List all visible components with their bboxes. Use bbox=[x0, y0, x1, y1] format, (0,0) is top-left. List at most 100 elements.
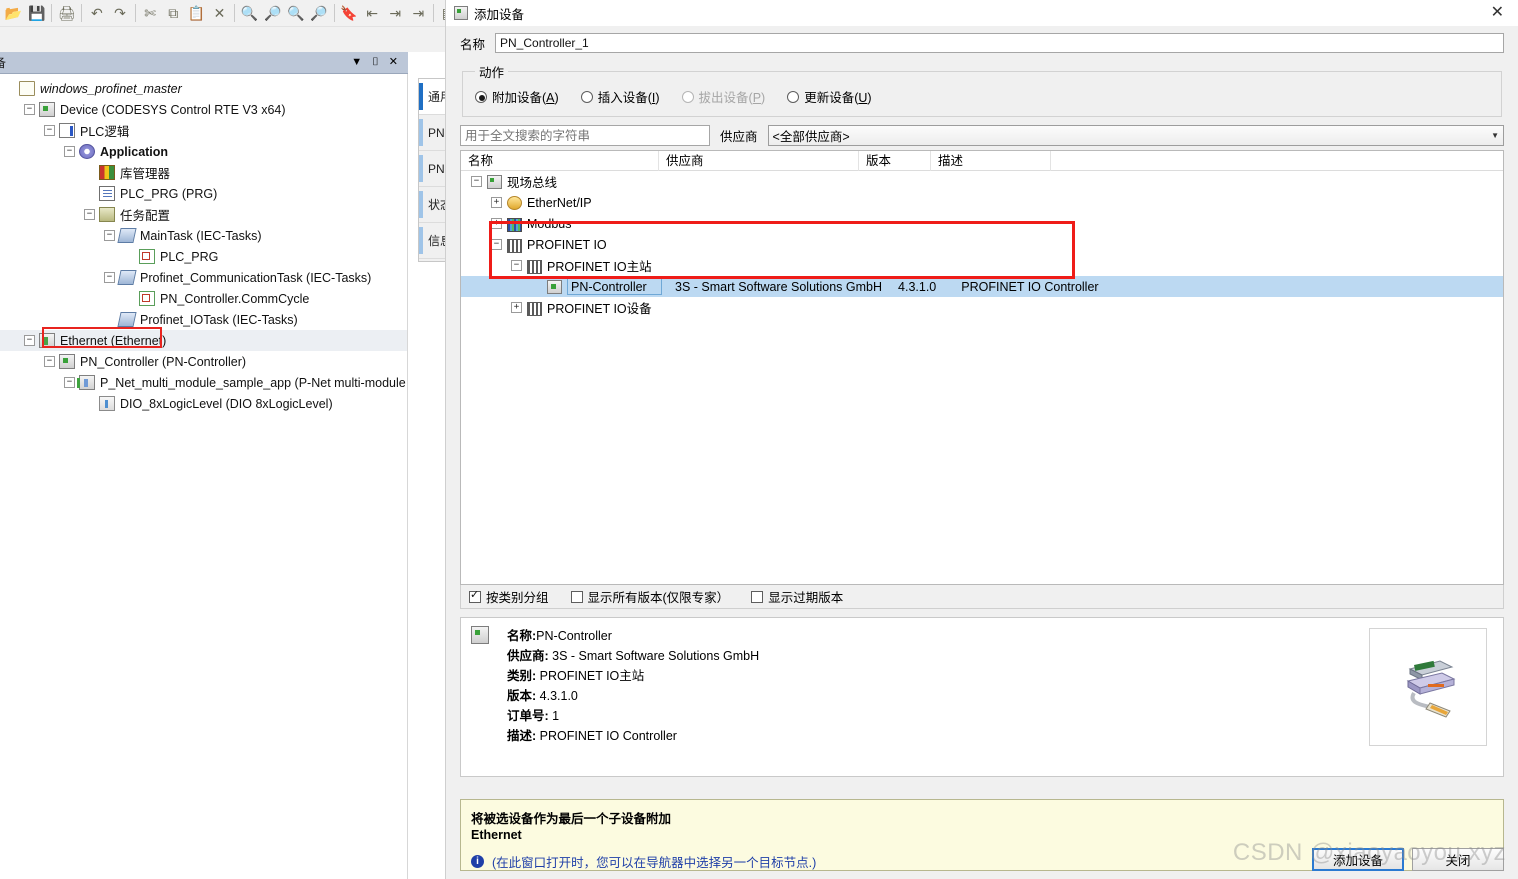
find-icon[interactable]: 🔍 bbox=[238, 1, 261, 25]
tree-item[interactable]: − Device (CODESYS Control RTE V3 x64) bbox=[0, 99, 407, 120]
tree-item[interactable]: − Profinet_CommunicationTask (IEC-Tasks) bbox=[0, 267, 407, 288]
bookmark-icon[interactable]: 🔖 bbox=[337, 1, 360, 25]
action-radio[interactable]: 更新设备(U) bbox=[787, 87, 872, 106]
list-option-checkbox[interactable]: 显示过期版本 bbox=[751, 587, 843, 606]
device-list-row[interactable]: − PROFINET IO bbox=[461, 234, 1503, 255]
tree-item[interactable]: − 任务配置 bbox=[0, 204, 407, 225]
panel-title: 备 bbox=[0, 56, 7, 70]
expander-icon[interactable]: − bbox=[24, 104, 35, 115]
device-list-row[interactable]: + EtherNet/IP bbox=[461, 192, 1503, 213]
tree-item[interactable]: 库管理器 bbox=[0, 162, 407, 183]
add-device-button[interactable]: 添加设备 bbox=[1312, 848, 1404, 871]
undo-icon[interactable]: ↶ bbox=[85, 1, 108, 25]
tree-item-label: 任务配置 bbox=[120, 209, 171, 223]
device-name-cell: PROFINET IO设备 bbox=[547, 302, 652, 316]
expander-icon[interactable]: − bbox=[84, 209, 95, 220]
info-line: 名称:PN-Controller bbox=[507, 626, 759, 646]
device-name-input[interactable] bbox=[495, 33, 1504, 53]
list-option-label: 按类别分组 bbox=[486, 591, 549, 605]
tree-item[interactable]: − PLC逻辑 bbox=[0, 120, 407, 141]
list-option-checkbox[interactable]: 显示所有版本(仅限专家） bbox=[570, 587, 730, 606]
action-radio[interactable]: 插入设备(I) bbox=[580, 87, 660, 106]
tree-item[interactable]: Profinet_IOTask (IEC-Tasks) bbox=[0, 309, 407, 330]
device-list-row[interactable]: + PROFINET IO设备 bbox=[461, 297, 1503, 318]
action-radio[interactable]: 附加设备(A) bbox=[475, 87, 559, 106]
expander-icon[interactable]: − bbox=[64, 146, 75, 157]
expander-icon[interactable]: − bbox=[64, 377, 75, 388]
expander-icon[interactable]: − bbox=[44, 125, 55, 136]
device-list-row[interactable]: + Modbus bbox=[461, 213, 1503, 234]
ide-secondary-toolbar bbox=[0, 27, 460, 52]
column-header-vendor[interactable]: 供应商 bbox=[659, 151, 859, 171]
bookmark-clear-icon[interactable]: ⇥ bbox=[407, 1, 430, 25]
tree-item[interactable]: PLC_PRG bbox=[0, 246, 407, 267]
tree-item[interactable]: windows_profinet_master bbox=[0, 78, 407, 99]
expander-icon[interactable]: − bbox=[24, 335, 35, 346]
tree-item[interactable]: − P_Net_multi_module_sample_app (P-Net mu… bbox=[0, 372, 407, 393]
expander-icon[interactable]: + bbox=[491, 218, 502, 229]
task-icon bbox=[117, 312, 137, 327]
expander-icon[interactable]: − bbox=[104, 272, 115, 283]
column-header-description[interactable]: 描述 bbox=[931, 151, 1051, 171]
device-icon bbox=[454, 6, 468, 20]
expander-icon[interactable]: + bbox=[491, 197, 502, 208]
replace-in-files-icon[interactable]: 🔎 bbox=[307, 1, 330, 25]
device-list-row[interactable]: PN-Controller 3S - Smart Software Solutio… bbox=[461, 276, 1503, 297]
search-input[interactable] bbox=[460, 125, 710, 146]
profinet-icon bbox=[507, 239, 522, 253]
column-header-version[interactable]: 版本 bbox=[859, 151, 931, 171]
panel-menu-icon[interactable]: ▼ bbox=[351, 57, 362, 68]
panel-pin-icon[interactable]: ⌷ bbox=[372, 57, 379, 68]
tree-item[interactable]: PN_Controller.CommCycle bbox=[0, 288, 407, 309]
toolbar-separator bbox=[51, 4, 53, 22]
vendor-select[interactable]: <全部供应商> ▼ bbox=[767, 125, 1504, 146]
paste-icon[interactable]: 📋 bbox=[185, 1, 208, 25]
tree-item[interactable]: − PN_Controller (PN-Controller) bbox=[0, 351, 407, 372]
info-key: 类别: bbox=[507, 669, 537, 683]
checkbox-indicator bbox=[570, 590, 583, 603]
tree-item-label: MainTask (IEC-Tasks) bbox=[140, 228, 262, 243]
device-list-header: 名称 供应商 版本 描述 bbox=[461, 151, 1503, 171]
print-icon[interactable]: 🖨 bbox=[55, 1, 78, 25]
copy-icon[interactable]: ⧉ bbox=[162, 1, 185, 25]
action-group-label: 动作 bbox=[479, 66, 505, 80]
tree-item[interactable]: − Ethernet (Ethernet) bbox=[0, 330, 407, 351]
open-folder-icon[interactable]: 📂 bbox=[2, 1, 25, 25]
find-in-files-icon[interactable]: 🔍 bbox=[284, 1, 307, 25]
redo-icon[interactable]: ↷ bbox=[108, 1, 131, 25]
info-value: 3S - Smart Software Solutions GmbH bbox=[548, 649, 760, 663]
device-list-row[interactable]: − 现场总线 bbox=[461, 171, 1503, 192]
panel-close-icon[interactable]: ✕ bbox=[389, 57, 398, 68]
radio-indicator bbox=[787, 90, 800, 103]
expander-icon[interactable]: − bbox=[511, 260, 522, 271]
device-name-cell: 现场总线 bbox=[507, 176, 558, 190]
expander-icon[interactable]: + bbox=[511, 302, 522, 313]
find-next-icon[interactable]: 🔎 bbox=[261, 1, 284, 25]
tree-item[interactable]: PLC_PRG (PRG) bbox=[0, 183, 407, 204]
tree-item[interactable]: − Application bbox=[0, 141, 407, 162]
info-value: PROFINET IO主站 bbox=[536, 669, 645, 683]
device-name-cell: Modbus bbox=[527, 216, 572, 231]
tab-indicator bbox=[419, 155, 423, 182]
tree-item[interactable]: − MainTask (IEC-Tasks) bbox=[0, 225, 407, 246]
expander-icon[interactable]: − bbox=[471, 176, 482, 187]
close-button[interactable]: 关闭 bbox=[1412, 848, 1504, 871]
delete-icon[interactable]: ✕ bbox=[208, 1, 231, 25]
list-option-checkbox[interactable]: 按类别分组 bbox=[469, 587, 549, 606]
close-icon[interactable]: ✕ bbox=[1485, 5, 1510, 21]
expander-icon[interactable]: − bbox=[44, 356, 55, 367]
cut-icon[interactable]: ✄ bbox=[139, 1, 162, 25]
column-header-name[interactable]: 名称 bbox=[461, 151, 659, 171]
expander-icon[interactable]: − bbox=[491, 239, 502, 250]
expander-icon[interactable]: − bbox=[104, 230, 115, 241]
tree-item-label: PN_Controller (PN-Controller) bbox=[80, 354, 247, 369]
device-list-row[interactable]: − PROFINET IO主站 bbox=[461, 255, 1503, 276]
save-icon[interactable]: 💾 bbox=[25, 1, 48, 25]
list-option-label: 显示所有版本(仅限专家） bbox=[587, 591, 730, 605]
device-description-cell: PROFINET IO Controller bbox=[961, 279, 1099, 294]
bookmark-next-icon[interactable]: ⇥ bbox=[384, 1, 407, 25]
bookmark-prev-icon[interactable]: ⇤ bbox=[361, 1, 384, 25]
device-list[interactable]: 名称 供应商 版本 描述 − 现场总线 + EtherNet/IP + Modbus − PR… bbox=[460, 150, 1504, 585]
action-radio-label: 附加设备(A) bbox=[492, 91, 559, 105]
tree-item[interactable]: DIO_8xLogicLevel (DIO 8xLogicLevel) bbox=[0, 393, 407, 414]
